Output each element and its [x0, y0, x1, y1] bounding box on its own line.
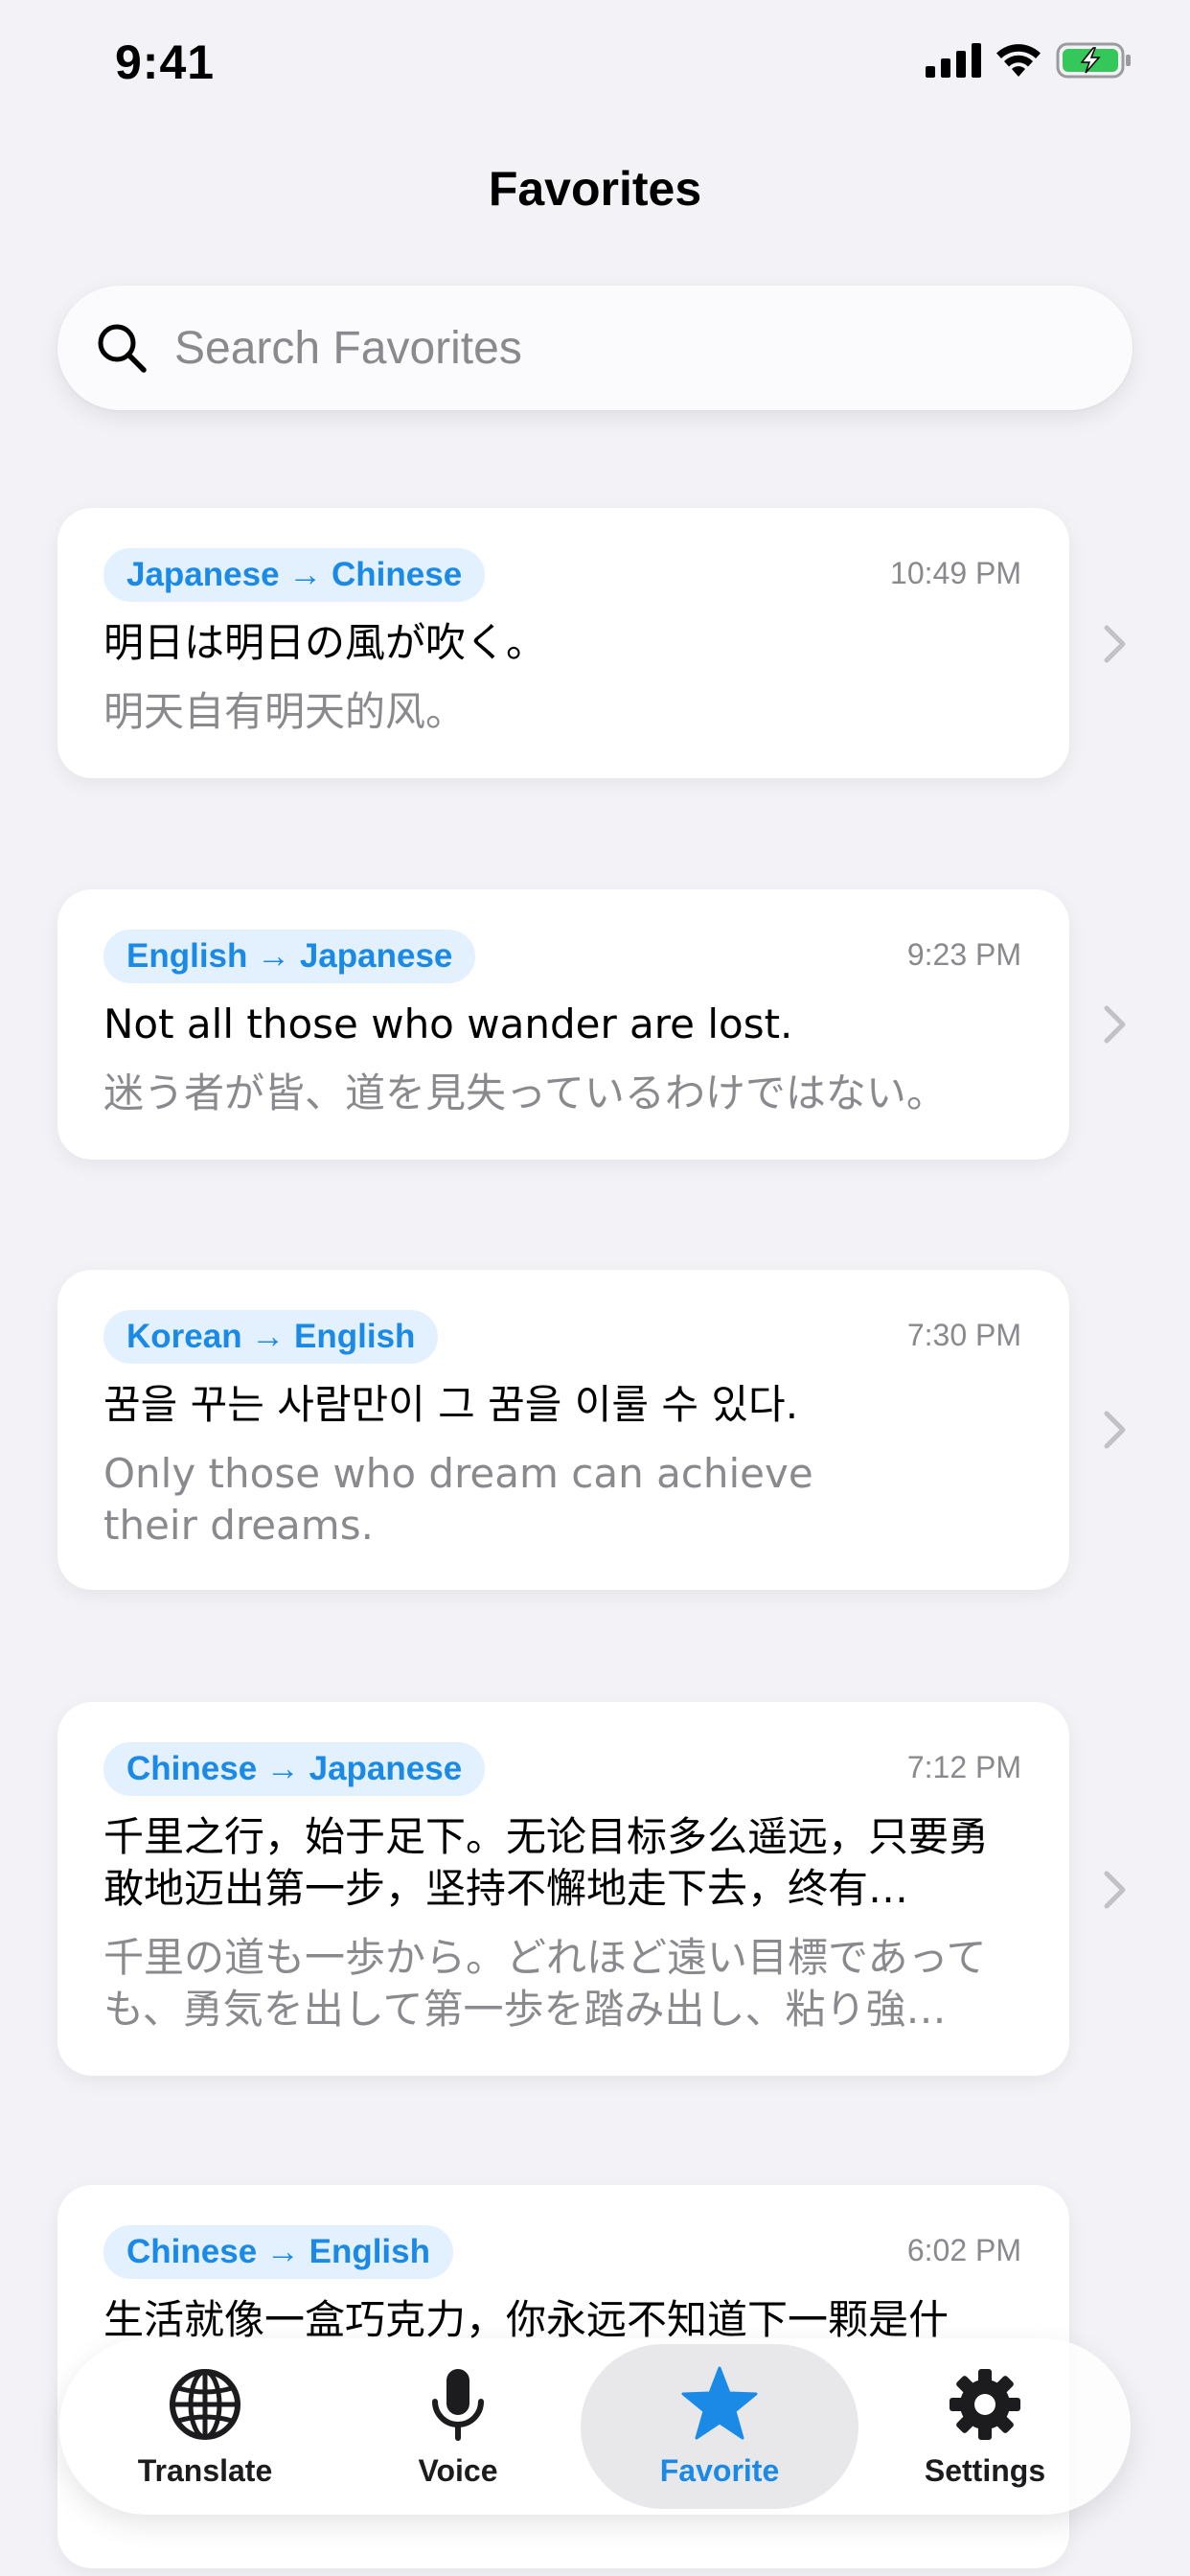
timestamp: 7:12 PM — [906, 1750, 1021, 1784]
chevron-right-icon[interactable] — [1100, 1869, 1129, 1911]
language-pair-badge: Korean → English — [103, 1310, 439, 1364]
favorite-card[interactable]: English → Japanese 9:23 PM Not all those… — [57, 889, 1069, 1160]
tab-favorite[interactable]: Favorite — [581, 2344, 858, 2509]
favorite-card[interactable]: Chinese → Japanese 7:12 PM 千里之行，始于足下。无论目… — [57, 1702, 1069, 2076]
language-pair-badge: Japanese → Chinese — [103, 548, 486, 602]
favorites-screen: 9:41 Favorites Search Favorites Japanese… — [0, 0, 1190, 2576]
search-bar[interactable] — [57, 286, 1133, 410]
timestamp: 7:30 PM — [906, 1318, 1021, 1352]
source-text: Not all those who wander are lost. — [103, 1000, 793, 1047]
timestamp: 10:49 PM — [890, 556, 1021, 590]
chevron-right-icon[interactable] — [1100, 1003, 1129, 1046]
language-pair-badge: English → Japanese — [103, 930, 476, 983]
language-pair-badge: Chinese → Japanese — [103, 1742, 486, 1796]
source-text: 꿈을 꾸는 사람만이 그 꿈을 이룰 수 있다. — [103, 1381, 799, 1428]
timestamp: 6:02 PM — [906, 2233, 1021, 2267]
cellular-signal-icon — [926, 43, 981, 78]
tab-translate[interactable]: Translate — [71, 2338, 339, 2515]
tab-label: Translate — [137, 2452, 273, 2488]
chevron-right-icon[interactable] — [1100, 623, 1129, 665]
tab-label: Favorite — [659, 2452, 780, 2488]
timestamp: 9:23 PM — [906, 937, 1021, 972]
gear-icon — [950, 2368, 1020, 2440]
tab-voice[interactable]: Voice — [324, 2338, 592, 2515]
tab-label: Voice — [418, 2452, 498, 2488]
source-text: 千里之行，始于足下。无论目标多么遥远，只要勇敢地迈出第一步，坚持不懈地走下去，终… — [103, 1813, 990, 1912]
status-bar: 9:41 — [0, 0, 1190, 126]
translation-text: 千里の道も一歩から。どれほど遠い目標であっても、勇気を出して第一歩を踏み出し、粘… — [103, 1934, 987, 2033]
status-time: 9:41 — [115, 35, 216, 89]
translation-text: 迷う者が皆、道を見失っているわけではない。 — [103, 1070, 947, 1116]
globe-icon — [170, 2368, 240, 2440]
star-icon — [681, 2366, 758, 2439]
battery-charging-icon — [1056, 42, 1131, 79]
translation-text: 明天自有明天的风。 — [103, 688, 467, 735]
language-pair-badge: Chinese → English — [103, 2225, 453, 2279]
search-input[interactable] — [174, 286, 1133, 410]
favorite-card[interactable]: Japanese → Chinese 10:49 PM 明日は明日の風が吹く。 … — [57, 508, 1069, 778]
favorite-card[interactable]: Korean → English 7:30 PM 꿈을 꾸는 사람만이 그 꿈을… — [57, 1270, 1069, 1590]
search-icon — [98, 324, 147, 373]
status-icons — [926, 42, 1133, 79]
page-title: Favorites — [488, 162, 702, 216]
translation-text: Only those who dream can achieve their d… — [103, 1450, 813, 1549]
chevron-right-icon[interactable] — [1100, 1409, 1129, 1451]
tab-bar: Translate Voice Favorite Settings — [59, 2338, 1131, 2515]
tab-settings[interactable]: Settings — [851, 2338, 1119, 2515]
source-text: 明日は明日の風が吹く。 — [103, 619, 547, 666]
tab-label: Settings — [924, 2452, 1046, 2488]
wifi-icon — [996, 44, 1041, 77]
microphone-icon — [432, 2368, 484, 2441]
